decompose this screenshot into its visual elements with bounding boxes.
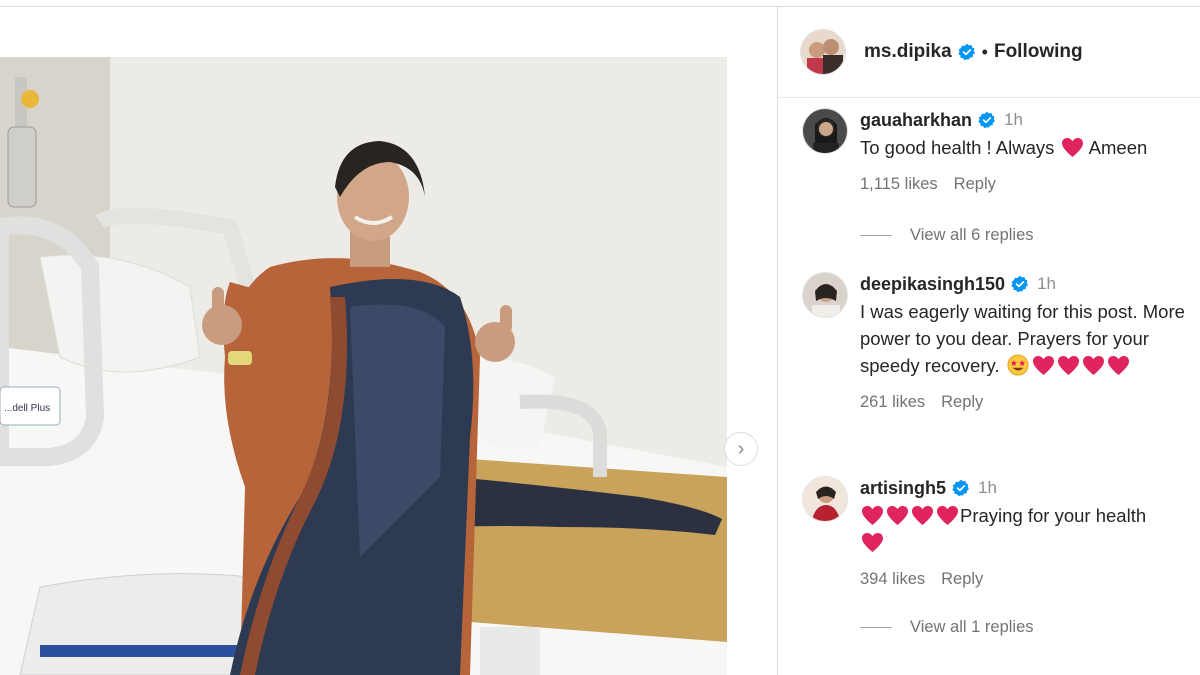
red-heart-emoji-icon [1057,355,1079,376]
commenter-avatar-image [803,273,847,317]
comment-time: 1h [1004,110,1023,129]
red-heart-emoji-icon [912,505,933,526]
comment-username[interactable]: deepikasingh150 [860,274,1005,295]
replies-line [860,235,892,236]
comment-time: 1h [1037,274,1056,293]
reply-button[interactable]: Reply [941,393,983,411]
comment-text: Praying for your health [860,502,1200,556]
view-replies-label: View all 6 replies [910,226,1034,244]
comment-text: I was eagerly waiting for this post. Mor… [860,298,1200,379]
commenter-avatar-image [803,109,847,153]
header-separator: • [981,41,988,62]
panel-divider [777,6,778,675]
verified-badge-icon [952,479,969,497]
view-replies-button[interactable]: View all 6 replies [860,226,1034,245]
red-heart-emoji-icon [1082,355,1104,376]
commenter-avatar[interactable] [802,108,848,154]
commenter-avatar-image [803,477,847,521]
author-avatar[interactable] [800,29,846,75]
red-heart-emoji-icon [1032,355,1054,376]
star-struck-emoji-icon [1007,354,1029,376]
comment-likes[interactable]: 261 likes [860,393,925,411]
verified-badge-icon [957,43,975,61]
commenter-avatar[interactable] [802,476,848,522]
author-avatar-image [801,30,845,74]
comment-text: To good health ! Always Ameen [860,134,1200,161]
replies-line [860,627,892,628]
reply-button[interactable]: Reply [941,570,983,588]
top-border [0,6,1200,7]
next-photo-button[interactable]: › [724,432,758,466]
comment-likes[interactable]: 1,115 likes [860,175,938,193]
comment-text-part: Praying for your health [960,505,1147,526]
post-photo[interactable]: ...dell Plus [0,57,727,675]
red-heart-emoji-icon [1061,137,1083,158]
red-heart-emoji-icon [1107,355,1129,376]
verified-badge-icon [1011,275,1029,293]
view-replies-button[interactable]: View all 1 replies [860,618,1034,637]
reply-button[interactable]: Reply [954,175,996,193]
red-heart-emoji-icon [862,532,883,553]
verified-badge-icon [978,111,995,129]
chevron-right-icon: › [737,437,745,460]
post-photo-illustration: ...dell Plus [0,57,727,675]
comment-text-part: To good health ! Always [860,137,1060,158]
following-button[interactable]: Following [994,41,1083,63]
comment-text-part: Ameen [1084,137,1148,158]
comment-username[interactable]: gauaharkhan [860,110,972,131]
header-divider [778,97,1200,98]
red-heart-emoji-icon [937,505,958,526]
bed-brand-label: ...dell Plus [4,403,50,414]
author-username[interactable]: ms.dipika [864,41,952,63]
comment-likes[interactable]: 394 likes [860,570,925,588]
view-replies-label: View all 1 replies [910,618,1034,636]
red-heart-emoji-icon [862,505,883,526]
red-heart-emoji-icon [887,505,908,526]
comment-time: 1h [978,478,997,497]
commenter-avatar[interactable] [802,272,848,318]
post-header: ms.dipika • Following [800,28,1083,76]
comment-username[interactable]: artisingh5 [860,478,946,499]
